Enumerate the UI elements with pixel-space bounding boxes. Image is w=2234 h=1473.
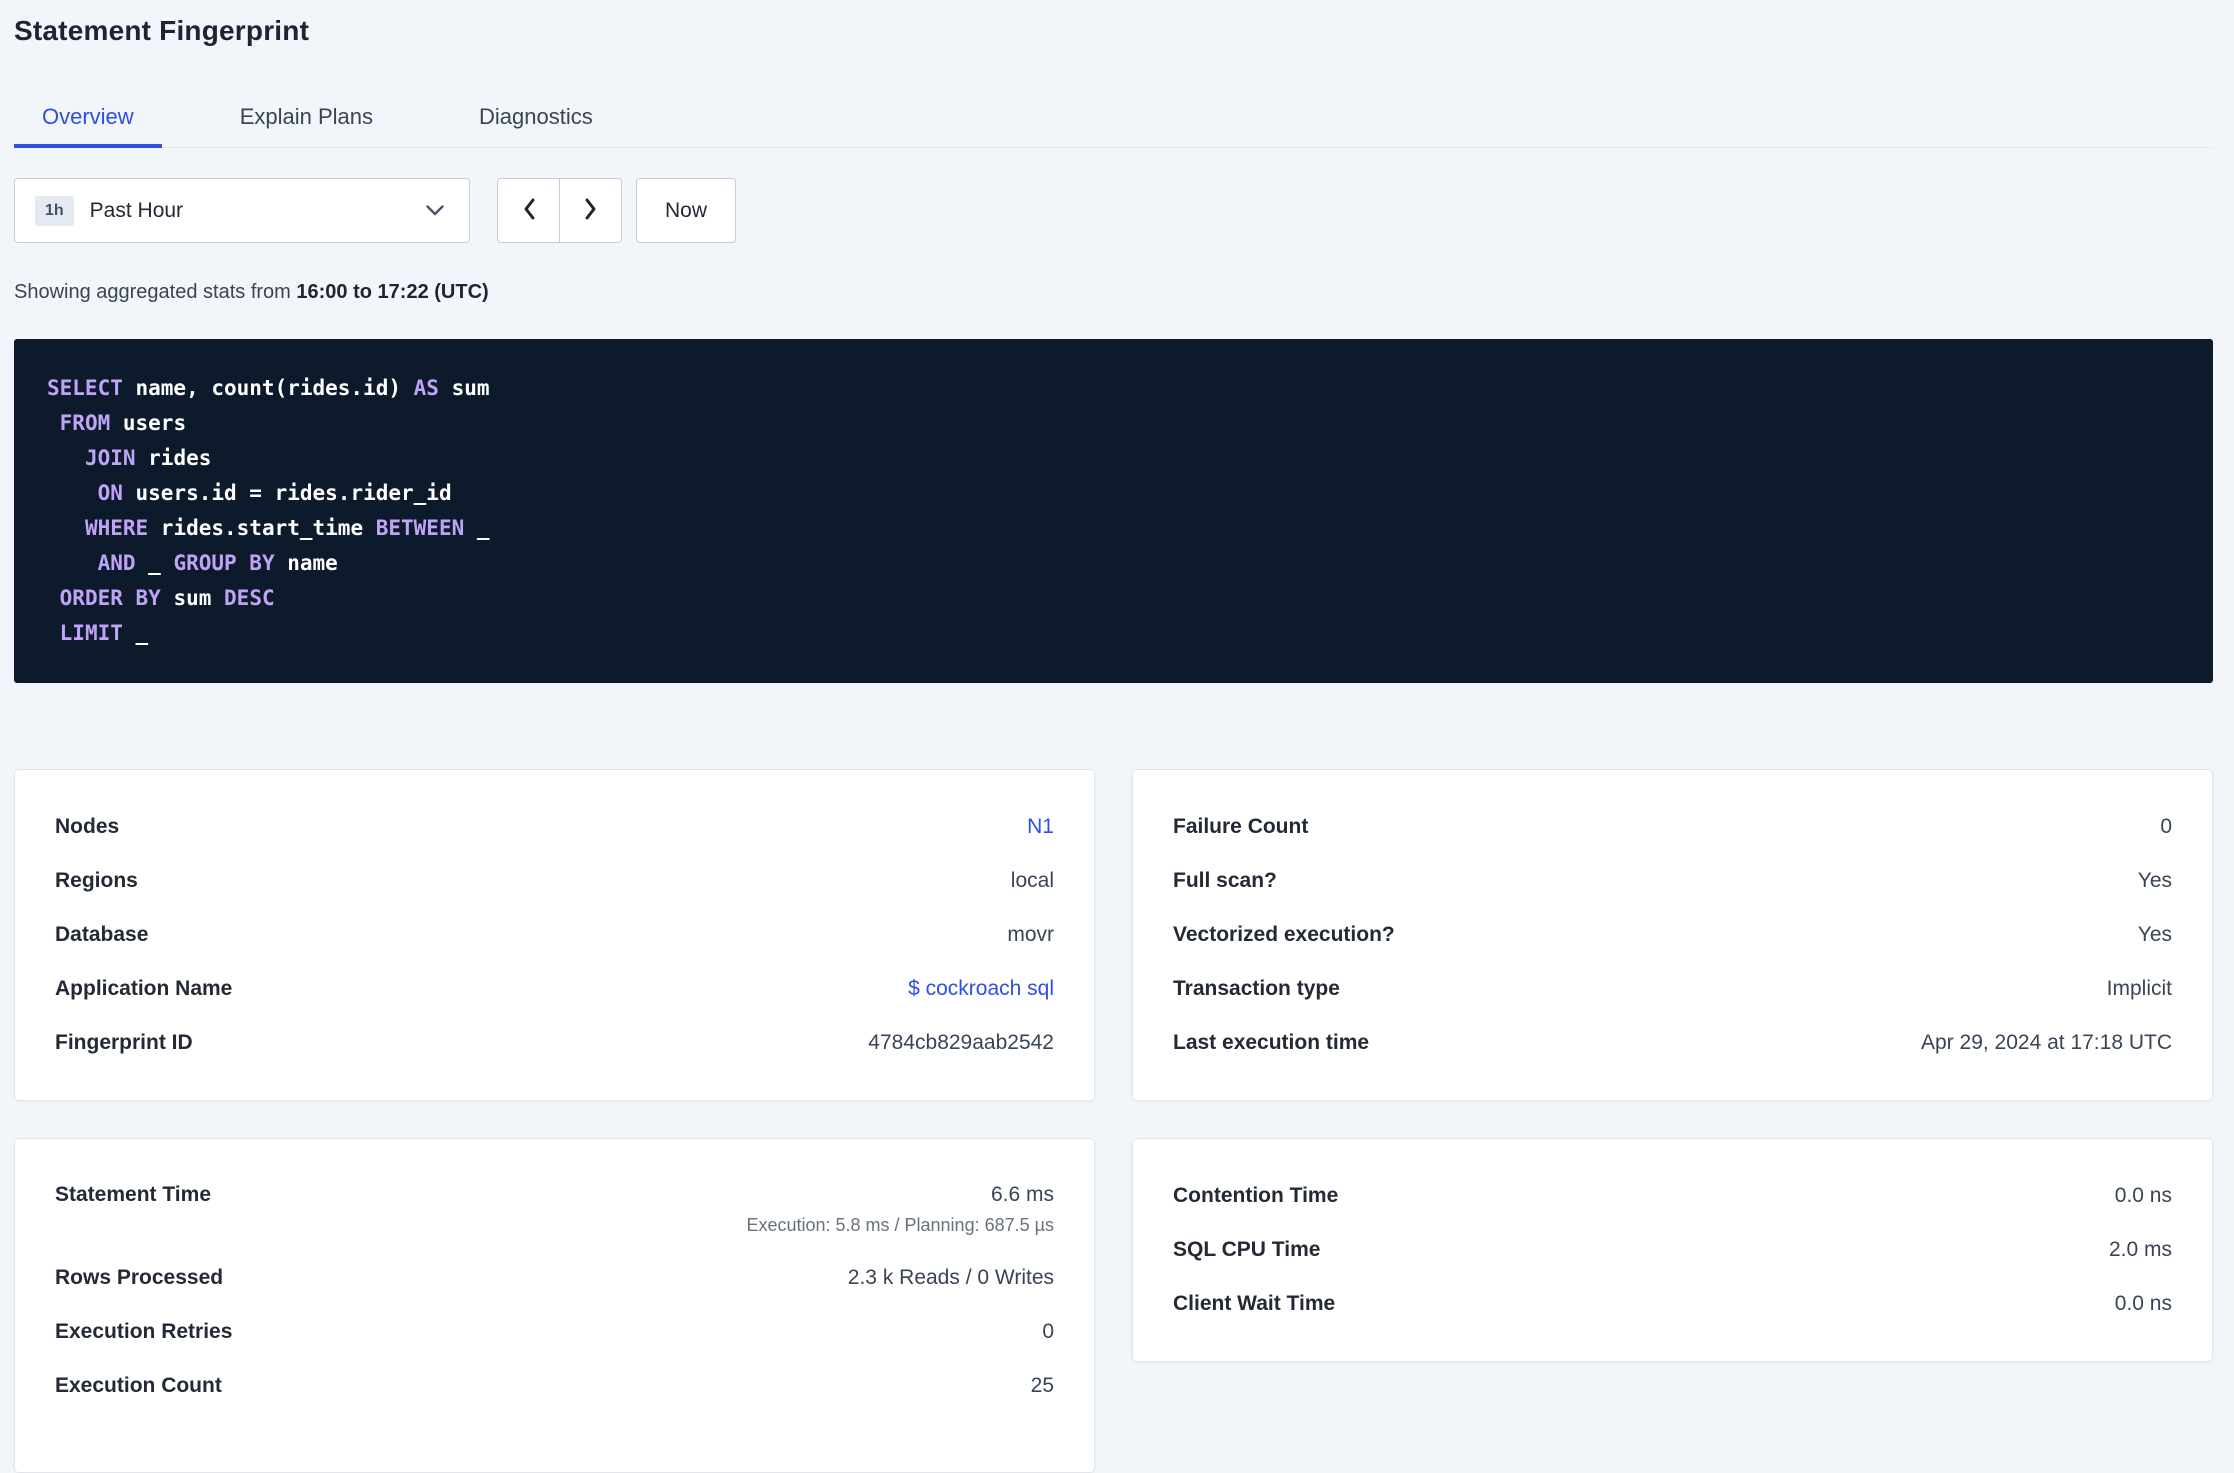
row-label: Client Wait Time: [1173, 1292, 1336, 1315]
row-label: Rows Processed: [55, 1266, 224, 1289]
row-value: movr: [1007, 923, 1054, 946]
row-label: Execution Retries: [55, 1320, 233, 1343]
tab-explain-plans[interactable]: Explain Plans: [212, 104, 401, 147]
row-label: Statement Time: [55, 1183, 211, 1206]
row-transaction-type: Transaction type Implicit: [1173, 962, 2172, 1016]
row-subvalue: Execution: 5.8 ms / Planning: 687.5 µs: [746, 1215, 1054, 1235]
row-value: 2.3 k Reads / 0 Writes: [847, 1266, 1054, 1289]
row-value: Yes: [2137, 923, 2172, 946]
tab-overview[interactable]: Overview: [14, 104, 162, 148]
row-label: Vectorized execution?: [1173, 923, 1395, 946]
time-range-label: Past Hour: [89, 198, 184, 222]
row-contention-time: Contention Time 0.0 ns: [1173, 1169, 2172, 1223]
row-application-name: Application Name $ cockroach sql: [55, 962, 1054, 1016]
row-client-wait-time: Client Wait Time 0.0 ns: [1173, 1277, 2172, 1331]
row-label: Database: [55, 923, 149, 946]
row-value: Yes: [2137, 869, 2172, 892]
tab-diagnostics[interactable]: Diagnostics: [451, 104, 621, 147]
row-statement-time: Statement Time 6.6 ms Execution: 5.8 ms …: [55, 1169, 1054, 1251]
time-interval-badge: 1h: [35, 195, 74, 226]
nodes-link[interactable]: N1: [1027, 813, 1054, 841]
statement-stats-card: Statement Time 6.6 ms Execution: 5.8 ms …: [14, 1138, 1095, 1473]
time-arrow-buttons: [497, 178, 622, 243]
row-value: 0.0 ns: [2114, 1184, 2172, 1207]
row-sql-cpu-time: SQL CPU Time 2.0 ms: [1173, 1223, 2172, 1277]
sql-statement-box: SELECT name, count(rides.id) AS sum FROM…: [14, 339, 2213, 683]
now-button[interactable]: Now: [636, 178, 737, 243]
row-label: Full scan?: [1173, 869, 1277, 892]
row-value: 0.0 ns: [2114, 1292, 2172, 1315]
row-value: 4784cb829aab2542: [868, 1031, 1054, 1054]
time-prev-button[interactable]: [497, 178, 560, 243]
row-label: Application Name: [55, 977, 233, 1000]
tab-bar: Overview Explain Plans Diagnostics: [14, 104, 2213, 148]
application-name-link[interactable]: $ cockroach sql: [908, 975, 1054, 1003]
row-vectorized-execution: Vectorized execution? Yes: [1173, 908, 2172, 962]
statement-time-values: 6.6 ms Execution: 5.8 ms / Planning: 687…: [746, 1181, 1054, 1237]
chevron-down-icon: [425, 204, 445, 217]
row-label: Transaction type: [1173, 977, 1340, 1000]
row-value: Apr 29, 2024 at 17:18 UTC: [1921, 1031, 2172, 1054]
row-label: Regions: [55, 869, 138, 892]
statement-fingerprint-page: Statement Fingerprint Overview Explain P…: [0, 0, 2234, 1473]
stats-summary-range: 16:00 to 17:22 (UTC): [296, 281, 489, 303]
sql-code: SELECT name, count(rides.id) AS sum FROM…: [47, 376, 490, 645]
row-label: Failure Count: [1173, 815, 1309, 838]
stats-summary-prefix: Showing aggregated stats from: [14, 281, 291, 303]
row-value: local: [1010, 869, 1054, 892]
time-stats-card: Contention Time 0.0 ns SQL CPU Time 2.0 …: [1132, 1138, 2213, 1362]
chevron-left-icon: [522, 197, 536, 224]
row-failure-count: Failure Count 0: [1173, 800, 2172, 854]
row-label: SQL CPU Time: [1173, 1238, 1321, 1261]
row-value: 0: [1042, 1320, 1054, 1343]
row-value: 2.0 ms: [2108, 1238, 2172, 1261]
chevron-right-icon: [584, 197, 598, 224]
row-label: Execution Count: [55, 1374, 222, 1397]
stats-cards: Nodes N1 Regions local Database movr App…: [14, 769, 2213, 1473]
row-database: Database movr: [55, 908, 1054, 962]
row-execution-count: Execution Count 25: [55, 1359, 1054, 1413]
row-label: Contention Time: [1173, 1184, 1339, 1207]
row-value: 25: [1030, 1374, 1054, 1397]
statement-details-card: Nodes N1 Regions local Database movr App…: [14, 769, 1095, 1101]
row-label: Fingerprint ID: [55, 1031, 193, 1054]
stats-summary: Showing aggregated stats from 16:00 to 1…: [14, 280, 2213, 304]
time-controls: 1h Past Hour Now: [14, 178, 2213, 243]
row-fingerprint-id: Fingerprint ID 4784cb829aab2542: [55, 1016, 1054, 1070]
row-execution-retries: Execution Retries 0: [55, 1305, 1054, 1359]
row-regions: Regions local: [55, 854, 1054, 908]
page-title: Statement Fingerprint: [14, 15, 310, 46]
time-next-button[interactable]: [559, 178, 622, 243]
row-nodes: Nodes N1: [55, 800, 1054, 854]
row-last-execution-time: Last execution time Apr 29, 2024 at 17:1…: [1173, 1016, 2172, 1070]
row-value: Implicit: [2106, 977, 2172, 1000]
row-full-scan: Full scan? Yes: [1173, 854, 2172, 908]
row-rows-processed: Rows Processed 2.3 k Reads / 0 Writes: [55, 1251, 1054, 1305]
execution-attributes-card: Failure Count 0 Full scan? Yes Vectorize…: [1132, 769, 2213, 1101]
row-value: 6.6 ms: [990, 1183, 1054, 1206]
time-range-dropdown[interactable]: 1h Past Hour: [14, 178, 470, 243]
row-label: Nodes: [55, 815, 120, 838]
row-value: 0: [2160, 815, 2172, 838]
row-label: Last execution time: [1173, 1031, 1370, 1054]
